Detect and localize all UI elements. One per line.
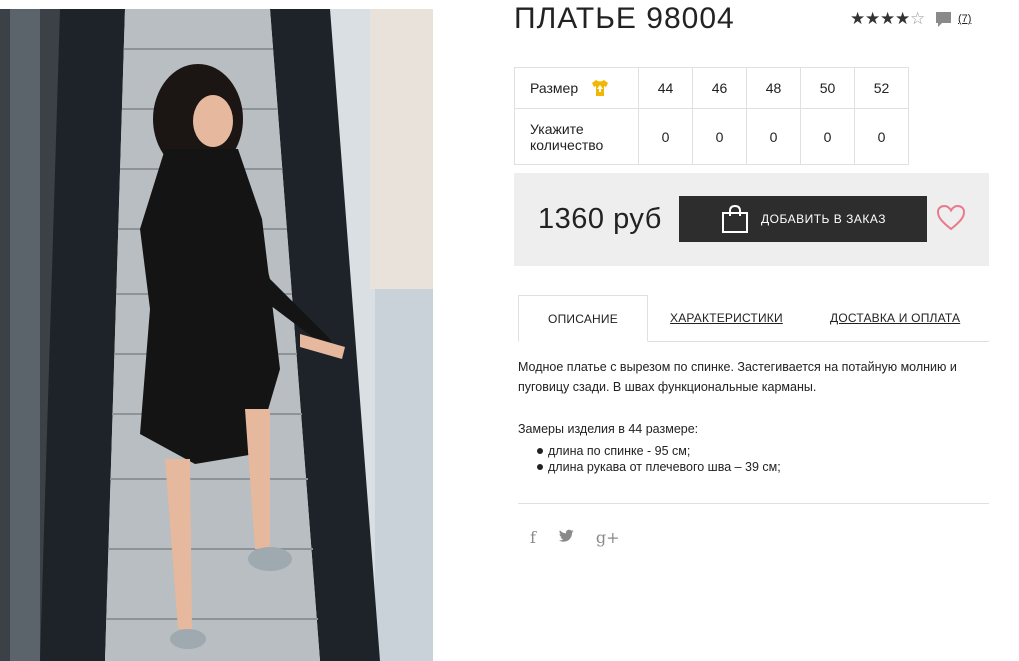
list-item: длина рукава от плечевого шва – 39 см; — [537, 460, 781, 474]
quantity-cell[interactable]: 0 — [692, 108, 747, 165]
tab-description[interactable]: ОПИСАНИЕ — [518, 295, 648, 342]
size-label: Размер — [530, 80, 579, 96]
size-cell[interactable]: 50 — [800, 67, 855, 109]
quantity-cell[interactable]: 0 — [746, 108, 801, 165]
quantity-label-cell: Укажите количество — [514, 108, 639, 165]
shopping-bag-icon — [721, 204, 749, 234]
comments-count-link[interactable]: (7) — [958, 13, 971, 25]
star-icon[interactable]: ☆ — [910, 10, 925, 28]
divider — [518, 503, 989, 504]
rating-stars[interactable]: ★ ★ ★ ★ ☆ — [850, 10, 925, 28]
facebook-icon[interactable]: f — [530, 528, 536, 547]
star-icon[interactable]: ★ — [880, 10, 895, 28]
product-photo[interactable] — [0, 9, 433, 661]
google-plus-icon[interactable]: g+ — [596, 528, 620, 547]
star-icon[interactable]: ★ — [850, 10, 865, 28]
comment-icon[interactable] — [935, 11, 952, 28]
description: Модное платье с вырезом по спинке. Засте… — [518, 357, 993, 397]
tab-characteristics[interactable]: ХАРАКТЕРИСТИКИ — [670, 295, 783, 340]
description-text: Модное платье с вырезом по спинке. Засте… — [518, 360, 957, 394]
quantity-cell[interactable]: 0 — [638, 108, 693, 165]
star-icon[interactable]: ★ — [865, 10, 880, 28]
star-icon[interactable]: ★ — [895, 10, 910, 28]
heart-icon[interactable] — [936, 204, 966, 232]
quantity-label-line1: Укажите — [530, 120, 584, 137]
size-cell[interactable]: 52 — [854, 67, 909, 109]
size-cell[interactable]: 44 — [638, 67, 693, 109]
quantity-label-line2: количество — [530, 136, 604, 153]
size-table: Размер 44 46 48 50 52 Укажите количество… — [514, 67, 909, 165]
twitter-icon[interactable] — [558, 528, 574, 547]
tab-delivery-payment[interactable]: ДОСТАВКА И ОПЛАТА — [830, 295, 960, 340]
rating: ★ ★ ★ ★ ☆ (7) — [850, 10, 971, 28]
price: 1360 руб — [538, 203, 662, 235]
measures-list: длина по спинке - 95 см; длина рукава от… — [518, 443, 781, 475]
list-item: длина по спинке - 95 см; — [537, 443, 781, 459]
product-title: ПЛАТЬЕ 98004 — [514, 2, 735, 35]
add-to-order-label: ДОБАВИТЬ В ЗАКАЗ — [761, 212, 886, 226]
social-share: f g+ — [530, 528, 642, 547]
size-label-cell: Размер — [514, 67, 639, 109]
product-tabs: ОПИСАНИЕ ХАРАКТЕРИСТИКИ ДОСТАВКА И ОПЛАТ… — [518, 295, 989, 342]
add-to-order-button[interactable]: ДОБАВИТЬ В ЗАКАЗ — [679, 196, 927, 242]
quantity-cell[interactable]: 0 — [854, 108, 909, 165]
size-cell[interactable]: 48 — [746, 67, 801, 109]
quantity-cell[interactable]: 0 — [800, 108, 855, 165]
size-cell[interactable]: 46 — [692, 67, 747, 109]
price-box: 1360 руб ДОБАВИТЬ В ЗАКАЗ — [514, 173, 989, 266]
measures-title: Замеры изделия в 44 размере: — [518, 422, 699, 436]
tshirt-icon[interactable] — [590, 78, 610, 98]
